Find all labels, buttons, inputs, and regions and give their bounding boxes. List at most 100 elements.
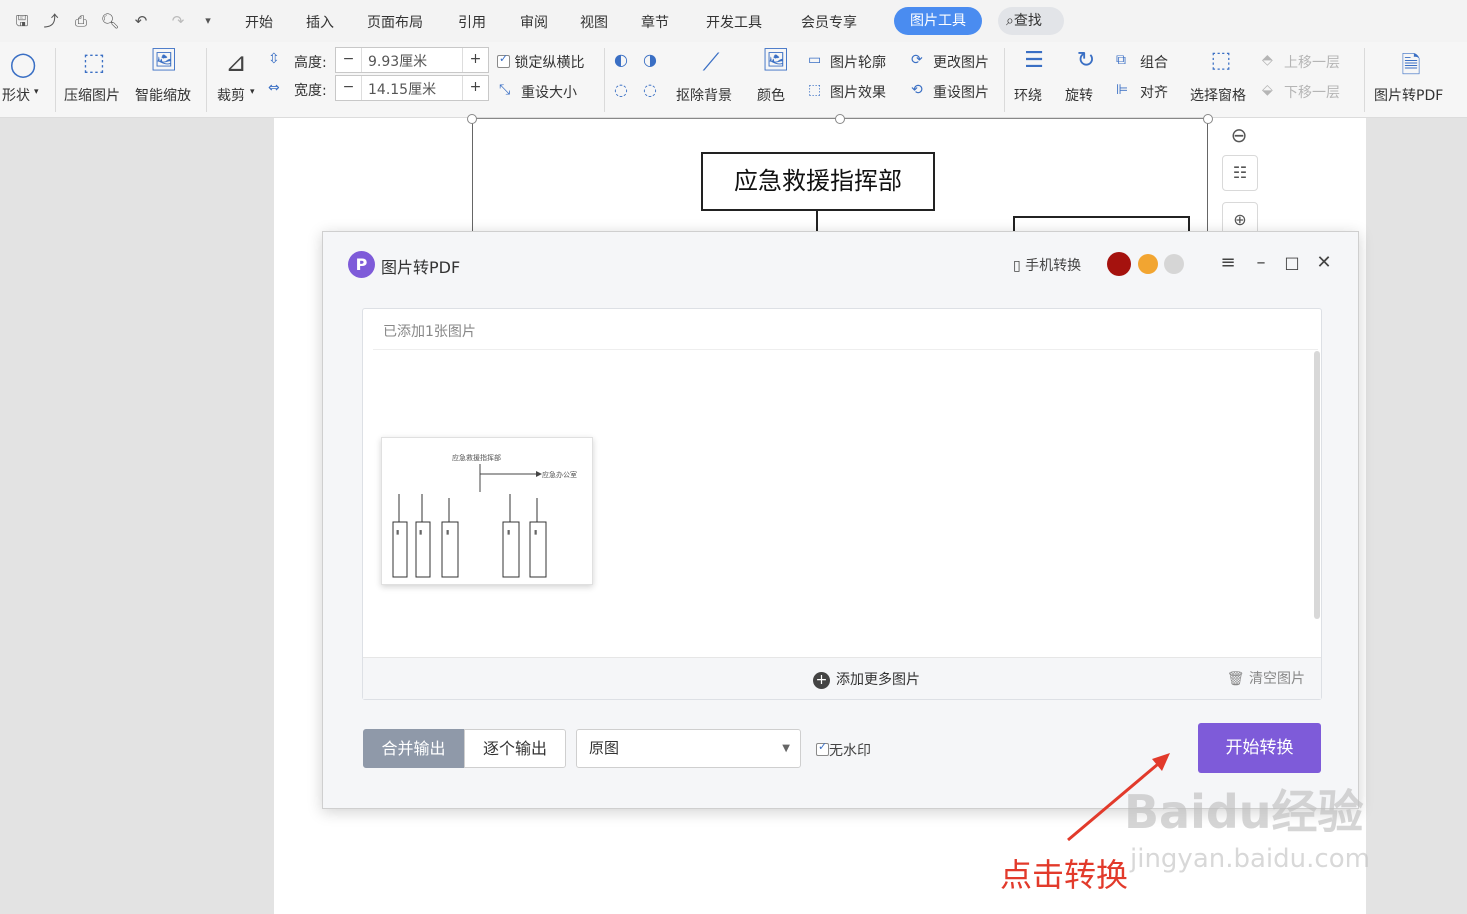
bring-forward-icon: ⬘ [1262,52,1273,68]
maximize-icon[interactable]: □ [1280,249,1304,277]
contrast-down-icon[interactable]: ◌ [643,80,657,99]
start-convert-button[interactable]: 开始转换 [1198,723,1321,773]
tab-view[interactable]: 视图 [580,12,608,32]
undo-icon[interactable]: ↶ [130,10,152,32]
compress-icon[interactable]: ⬚ [78,48,110,76]
close-icon[interactable]: ✕ [1312,249,1336,277]
ribbon: ◯ 形状 ▾ ⬚ 压缩图片 🖼︎ 智能缩放 ⊿ 裁剪 ▾ ⇳ 高度: − 9.9… [0,42,1467,118]
reset-size-button[interactable]: 重设大小 [521,82,577,102]
avatar[interactable] [1107,252,1131,276]
tab-page-layout[interactable]: 页面布局 [367,12,423,32]
bring-forward-button[interactable]: 上移一层 [1284,52,1340,72]
shape-button[interactable]: 形状 [2,85,30,105]
divider [373,349,1318,350]
lock-ratio-checkbox[interactable]: 锁定纵横比 [497,52,584,72]
height-increase-button[interactable]: + [462,48,488,72]
thumb-col-5: ▮ [534,529,537,536]
tab-picture-tools[interactable]: 图片工具 [894,7,982,35]
image-thumbnail[interactable]: 应急救援指挥部 应急办公室 ▮ ▮ ▮ ▮ ▮ [381,437,593,585]
reset-picture-button[interactable]: 重设图片 [933,82,989,102]
height-value[interactable]: 9.93厘米 [368,51,427,71]
align-button[interactable]: 对齐 [1140,82,1168,102]
smart-zoom-button[interactable]: 智能缩放 [135,85,191,105]
menu-icon[interactable]: ≡ [1216,249,1240,277]
clear-images-button[interactable]: 🗑︎ 清空图片 [1227,668,1305,688]
height-stepper[interactable]: − 9.93厘米 + [335,47,489,73]
thumb-col-4: ▮ [507,529,510,536]
super-vip-badge-icon[interactable] [1164,254,1184,274]
zoom-out-icon[interactable]: ⊖ [1222,120,1256,150]
change-picture-icon: ⟳ [911,52,923,68]
change-picture-button[interactable]: 更改图片 [933,52,989,72]
crop-icon[interactable]: ⊿ [220,48,252,78]
rotate-icon[interactable]: ↻ [1070,48,1102,73]
wrap-icon[interactable]: ☰ [1018,48,1050,73]
smart-zoom-icon[interactable]: 🖼︎ [148,48,180,73]
tab-references[interactable]: 引用 [458,12,486,32]
thumb-top-label: 应急救援指挥部 [452,453,501,462]
individual-output-tab[interactable]: 逐个输出 [464,729,566,768]
minimize-icon[interactable]: – [1249,249,1273,277]
tab-home[interactable]: 开始 [245,12,273,32]
remove-background-button[interactable]: 抠除背景 [676,85,732,105]
group-button[interactable]: 组合 [1140,52,1168,72]
print-preview-icon[interactable]: 🔍︎ [99,10,121,32]
resize-handle[interactable] [1203,114,1213,124]
resize-handle[interactable] [835,114,845,124]
pdf-convert-icon[interactable]: 🗎 [1393,48,1429,89]
rotate-button[interactable]: 旋转 [1065,85,1093,105]
reset-picture-icon: ⟲ [911,82,923,98]
customize-chevron-icon[interactable]: ▾ [197,10,219,32]
width-increase-button[interactable]: + [462,76,488,100]
brightness-down-icon[interactable]: ◌ [614,80,628,99]
vip-badge-icon[interactable] [1138,254,1158,274]
selection-pane-button[interactable]: 选择窗格 [1190,85,1246,105]
width-decrease-button[interactable]: − [336,76,362,100]
panel-footer: + 添加更多图片 🗑︎ 清空图片 [363,657,1321,699]
width-value[interactable]: 14.15厘米 [368,79,436,99]
crop-chevron-icon[interactable]: ▾ [250,87,255,97]
tab-membership[interactable]: 会员专享 [801,12,857,32]
thumb-col-1: ▮ [396,529,399,536]
add-more-images-button[interactable]: + 添加更多图片 [813,669,920,689]
tab-review[interactable]: 审阅 [520,12,548,32]
shape-icon[interactable]: ◯ [8,50,38,78]
phone-convert-button[interactable]: ▯ 手机转换 [1013,255,1081,275]
print-icon[interactable]: ⎙ [70,10,92,32]
send-backward-button[interactable]: 下移一层 [1284,82,1340,102]
tab-insert[interactable]: 插入 [306,12,334,32]
search-box[interactable]: ⌕查找 [998,7,1064,35]
resize-handle[interactable] [467,114,477,124]
color-icon[interactable]: 🖼︎ [760,48,792,73]
selection-pane-icon[interactable]: ⬚ [1205,48,1237,73]
wrap-button[interactable]: 环绕 [1014,85,1042,105]
export-icon[interactable]: ⤴ [40,10,62,32]
remove-background-icon[interactable]: ⟋ [695,48,727,76]
outline-button[interactable]: 图片轮廓 [830,52,886,72]
quality-select[interactable]: 原图 ▼ [576,729,801,768]
compress-button[interactable]: 压缩图片 [64,85,120,105]
merge-output-tab[interactable]: 合并输出 [363,729,464,768]
menu-bar: 🖫 ⤴ ⎙ 🔍︎ ↶ ↷ ▾ 开始 插入 页面布局 引用 审阅 视图 章节 开发… [0,0,1467,42]
width-stepper[interactable]: − 14.15厘米 + [335,75,489,101]
save-icon[interactable]: 🖫 [11,10,33,32]
crop-button[interactable]: 裁剪 [217,85,245,105]
height-decrease-button[interactable]: − [336,48,362,72]
picture-to-pdf-button[interactable]: 图片转PDF [1374,85,1443,105]
shape-chevron-icon[interactable]: ▾ [34,87,39,97]
thumb-col-2: ▮ [419,529,422,536]
tab-chapter[interactable]: 章节 [641,12,669,32]
brightness-up-icon[interactable]: ◐ [614,50,628,69]
add-icon: + [813,672,830,689]
scrollbar[interactable] [1314,351,1320,619]
color-button[interactable]: 颜色 [757,85,785,105]
redo-icon[interactable]: ↷ [167,10,189,32]
height-label: 高度: [294,55,327,71]
no-watermark-checkbox[interactable]: 无水印 [816,740,871,760]
contrast-up-icon[interactable]: ◑ [643,50,657,69]
layout-options-icon[interactable]: ☷ [1222,155,1258,191]
divider [55,48,56,112]
watermark-url: jingyan.baidu.com [1130,844,1370,874]
effect-button[interactable]: 图片效果 [830,82,886,102]
tab-developer[interactable]: 开发工具 [706,12,762,32]
